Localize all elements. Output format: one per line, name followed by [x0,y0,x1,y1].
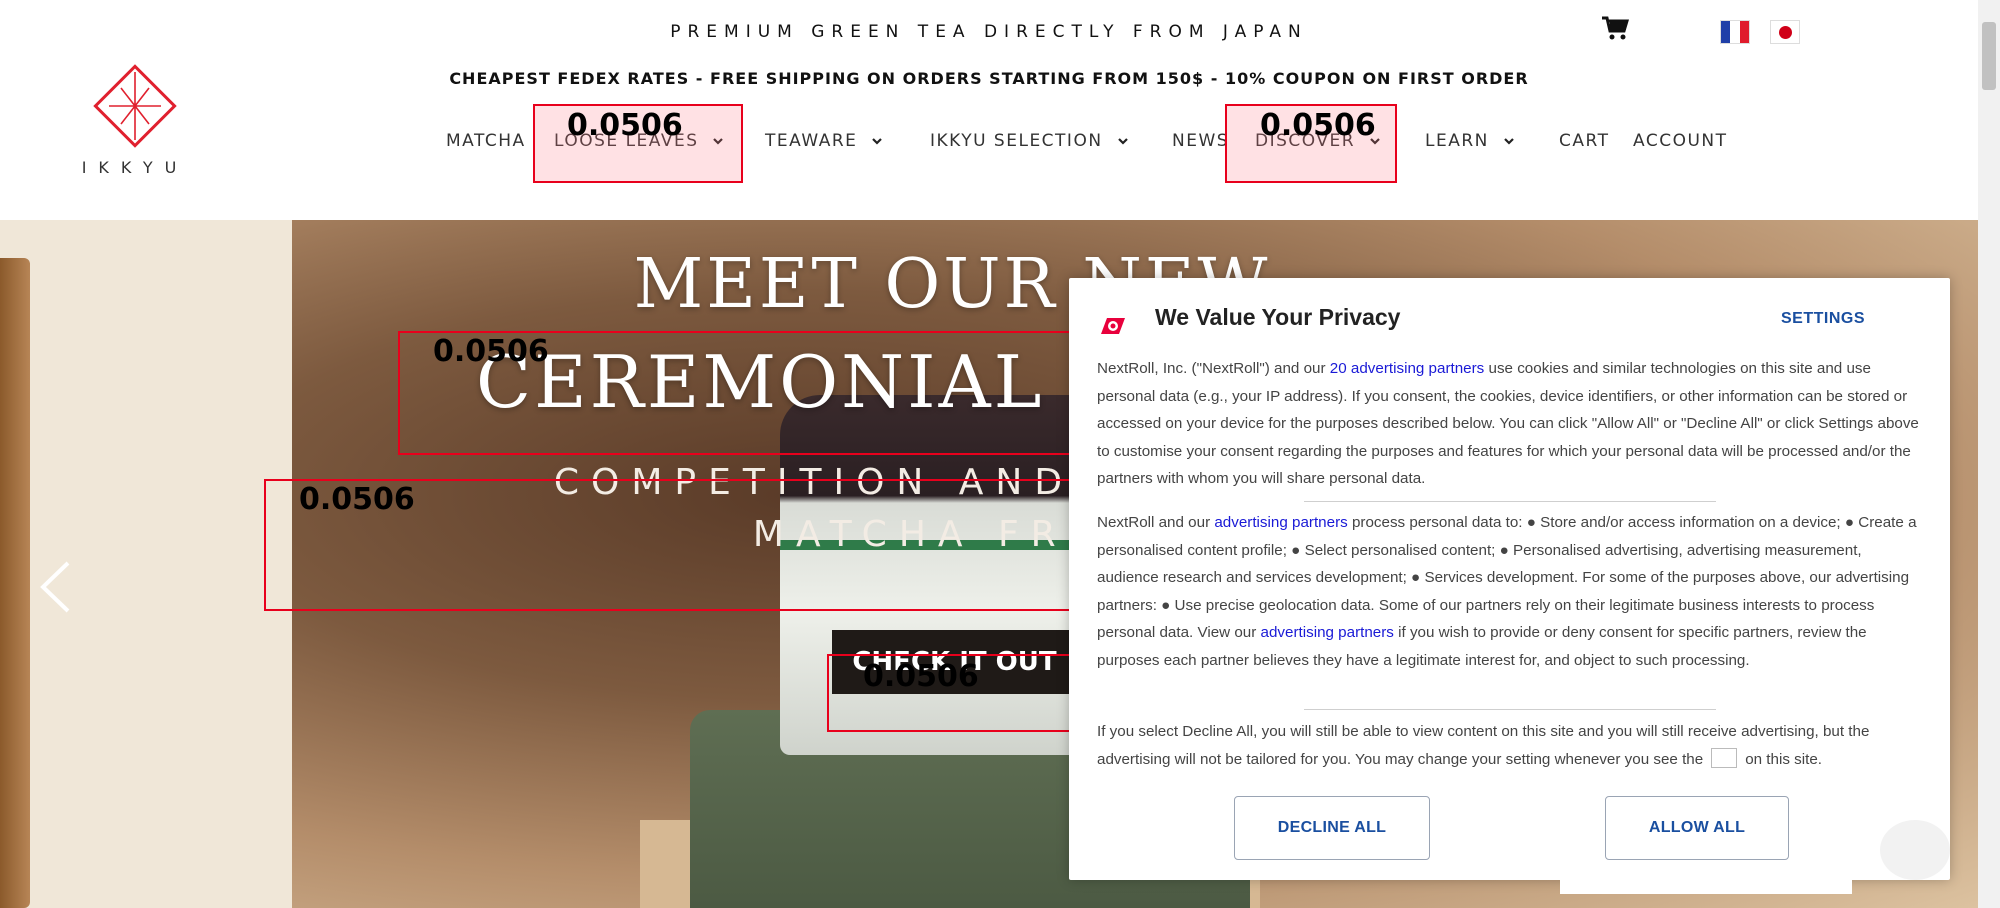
privacy-title: We Value Your Privacy [1155,304,1401,330]
tea-bag-image [0,258,30,908]
advertising-partners-link[interactable]: 20 advertising partners [1330,360,1485,377]
nextroll-settings-icon [1711,748,1738,769]
annotation-score: 0.0506 [299,482,415,517]
advertising-partners-link[interactable]: advertising partners [1214,514,1347,531]
scrollbar-thumb[interactable] [1982,22,1996,90]
advertising-partners-link[interactable]: advertising partners [1261,624,1394,641]
text: NextRoll and our [1097,514,1215,531]
tagline: PREMIUM GREEN TEA DIRECTLY FROM JAPAN [670,22,1308,42]
divider [1304,501,1716,502]
annotation-score: 0.0506 [863,659,979,694]
ikkyu-logo[interactable]: IKKYU [80,58,190,178]
nav-label: CART [1559,131,1610,151]
settings-button[interactable]: SETTINGS [1781,310,1865,328]
scrollbar-track[interactable] [1978,0,2000,908]
divider [1304,709,1716,710]
text: on this site. [1745,750,1823,768]
text: NextRoll, Inc. ("NextRoll") and our [1097,360,1330,377]
nav-ikkyu-selection[interactable]: IKKYU SELECTION [930,131,1129,151]
nav-teaware[interactable]: TEAWARE [765,131,883,151]
flag-fr-icon[interactable] [1720,20,1750,44]
privacy-paragraph-2: NextRoll and our advertising partners pr… [1097,509,1927,674]
nav-label: NEWS [1172,131,1230,151]
nav-matcha[interactable]: MATCHA [446,131,526,151]
text: use cookies and similar technologies on … [1097,360,1919,487]
chevron-down-icon [1117,138,1128,145]
annotation-score: 0.0506 [567,108,683,143]
privacy-dialog: We Value Your Privacy SETTINGS NextRoll,… [1069,278,1950,880]
nav-news[interactable]: NEWS [1172,131,1229,151]
annotation-score: 0.0506 [1260,108,1376,143]
chevron-down-icon [872,138,883,145]
annotation-score: 0.0506 [433,334,549,369]
nextroll-logo-icon [1101,318,1125,334]
allow-all-button[interactable]: ALLOW ALL [1605,796,1789,860]
nav-cart[interactable]: CART [1559,131,1609,151]
chat-bubble-icon[interactable] [1880,820,1950,880]
nav-account[interactable]: ACCOUNT [1633,131,1728,151]
decline-all-button[interactable]: DECLINE ALL [1234,796,1430,860]
chat-strip [1560,880,1852,894]
nav-label: IKKYU SELECTION [930,131,1103,151]
privacy-paragraph-3: If you select Decline All, you will stil… [1097,718,1927,773]
nav-label: ACCOUNT [1633,131,1728,151]
text: process personal data to: ● Store and/or… [1097,514,1917,641]
cart-icon[interactable] [1601,15,1629,41]
nav-label: MATCHA [446,131,526,151]
nav-label: LEARN [1425,131,1489,151]
shipping-banner: CHEAPEST FEDEX RATES - FREE SHIPPING ON … [449,69,1529,88]
chevron-down-icon [1504,138,1514,145]
main-nav: MATCHA LOOSE LEAVES TEAWARE IKKYU SELECT… [0,131,2000,159]
flag-jp-icon[interactable] [1770,20,1800,44]
privacy-paragraph-1: NextRoll, Inc. ("NextRoll") and our 20 a… [1097,355,1927,493]
logo-text: IKKYU [81,158,189,177]
nav-label: TEAWARE [765,131,858,151]
nav-learn[interactable]: LEARN [1425,131,1515,151]
carousel-prev-icon[interactable] [38,560,72,614]
